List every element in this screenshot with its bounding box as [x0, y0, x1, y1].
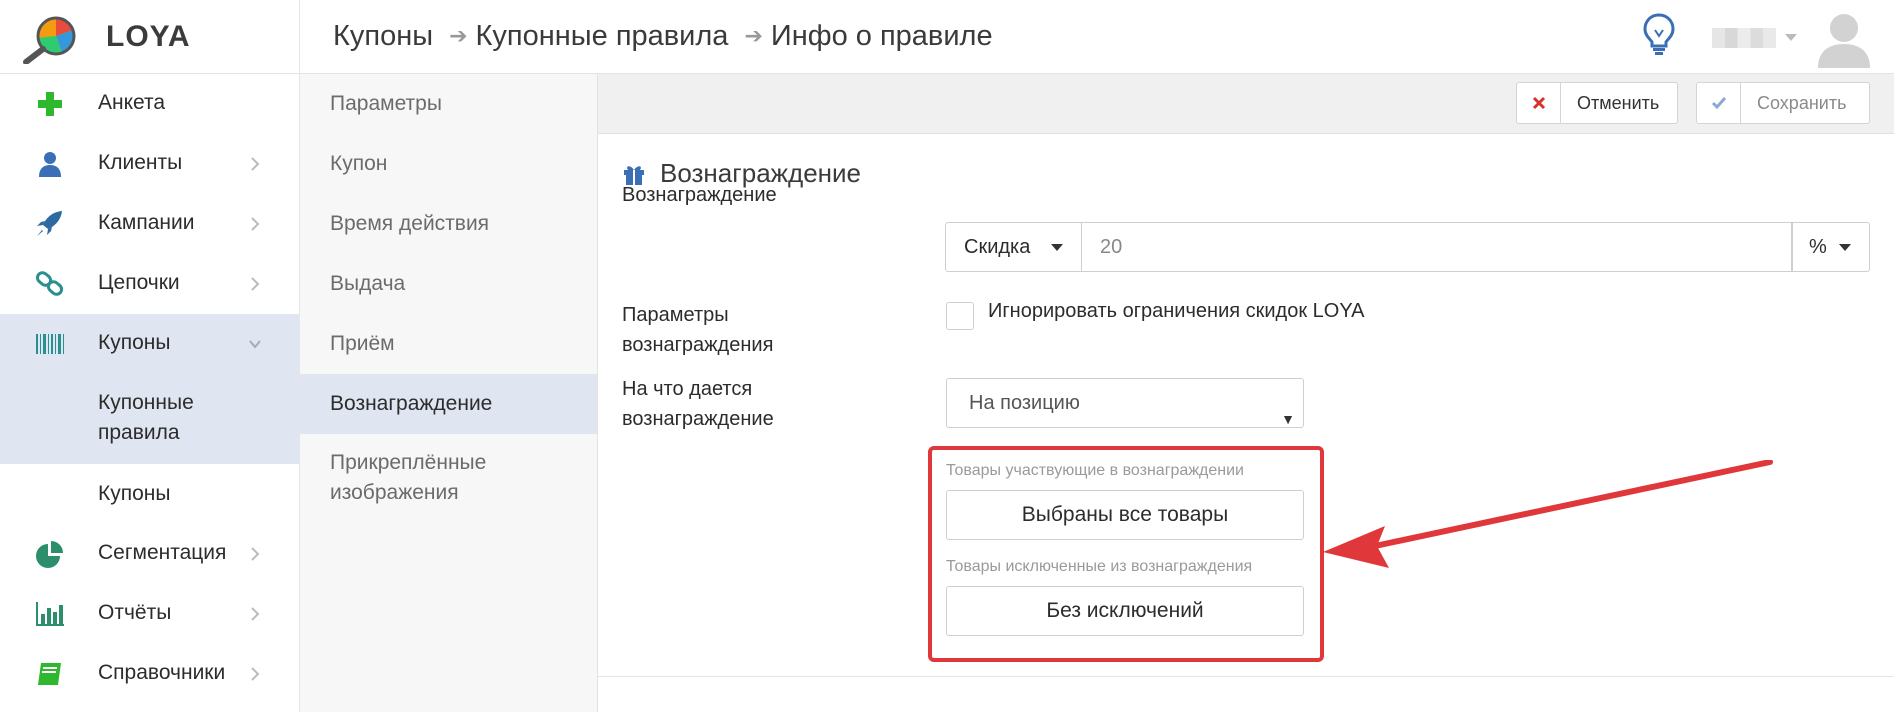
- included-goods-label: Товары участвующие в вознаграждении: [946, 462, 1244, 479]
- ignore-limits-label[interactable]: Игнорировать ограничения скидок LOYA: [988, 300, 1365, 323]
- user-name-placeholder[interactable]: [1712, 28, 1776, 48]
- chevron-right-icon: [251, 277, 260, 291]
- reward-label: Вознаграждение: [622, 184, 777, 206]
- barcode-icon: [36, 334, 64, 354]
- subnav-item-parameters[interactable]: Параметры: [300, 74, 597, 134]
- subnav-item-label: Прикреплённые изображения: [330, 451, 487, 504]
- book-icon: [38, 663, 61, 685]
- subnav-item-label: Приём: [330, 332, 395, 355]
- breadcrumb-item-rule-info: Инфо о правиле: [770, 19, 993, 52]
- subnav-item-attached-images[interactable]: Прикреплённые изображения: [300, 434, 597, 524]
- save-button[interactable]: Сохранить: [1696, 82, 1870, 124]
- user-icon: [39, 152, 61, 177]
- sidebar-item-label: Цепочки: [98, 271, 180, 294]
- reward-target-value: На позицию: [969, 392, 1080, 414]
- save-button-label: Сохранить: [1757, 93, 1847, 113]
- subnav-item-label: Время действия: [330, 212, 490, 235]
- sidebar-item-chains[interactable]: Цепочки: [0, 254, 299, 314]
- main-content: Отменить Сохранить Вознаграждение Вознаг…: [598, 74, 1894, 712]
- sidebar-item-segmentation[interactable]: Сегментация: [0, 524, 299, 584]
- bar-chart-icon: [36, 602, 64, 626]
- reward-target-label: На что дается вознаграждение: [622, 378, 774, 430]
- sidebar-subitem-label: Купонные правила: [98, 391, 194, 444]
- arrow-right-icon: ➔: [449, 23, 468, 48]
- reward-type-value: Скидка: [964, 236, 1031, 258]
- pie-icon: [36, 541, 63, 568]
- sidebar-item-label: Купоны: [98, 331, 171, 354]
- caret-down-icon: [1839, 244, 1851, 251]
- sidebar-item-questionnaire[interactable]: Анкета: [0, 74, 299, 134]
- sidebar-item-directories[interactable]: Справочники: [0, 644, 299, 704]
- excluded-goods-button[interactable]: Без исключений: [946, 586, 1304, 636]
- divider: [598, 676, 1894, 677]
- triangle-down-icon: ▼: [1281, 411, 1295, 427]
- reward-unit-dropdown[interactable]: %: [1792, 222, 1870, 272]
- avatar[interactable]: [1812, 6, 1876, 70]
- breadcrumb-item-coupons[interactable]: Купоны: [333, 20, 433, 53]
- sidebar-item-label: Кампании: [98, 211, 195, 234]
- reward-type-dropdown[interactable]: Скидка: [945, 222, 1082, 272]
- subnav-item-label: Вознаграждение: [330, 392, 493, 415]
- check-icon: [1697, 83, 1741, 123]
- toolbar: Отменить Сохранить: [598, 74, 1894, 134]
- chevron-right-icon: [251, 667, 260, 681]
- excluded-goods-label: Товары исключенные из вознаграждения: [946, 558, 1253, 575]
- sidebar-item-coupons[interactable]: Купоны: [0, 314, 299, 374]
- subnav-item-issuance[interactable]: Выдача: [300, 254, 597, 314]
- sidebar-item-label: Анкета: [98, 91, 166, 114]
- sidebar-subitem-coupons[interactable]: Купоны: [0, 464, 299, 524]
- chevron-right-icon: [251, 547, 260, 561]
- ignore-limits-checkbox[interactable]: [946, 302, 974, 330]
- sidebar-subitem-label: Купоны: [98, 482, 171, 505]
- sidebar-item-label: Справочники: [98, 661, 226, 684]
- reward-target-select[interactable]: На позицию ▼: [946, 378, 1304, 428]
- chevron-right-icon: [251, 607, 260, 621]
- logo-text: LOYA: [106, 20, 191, 53]
- subnav-item-label: Купон: [330, 152, 388, 175]
- caret-down-icon[interactable]: [1784, 30, 1798, 44]
- plus-icon: [38, 92, 62, 116]
- logo-icon: [23, 16, 76, 64]
- subnav-item-validity[interactable]: Время действия: [300, 194, 597, 254]
- sidebar-item-clients[interactable]: Клиенты: [0, 134, 299, 194]
- breadcrumb-item-coupon-rules[interactable]: Купонные правила: [476, 20, 729, 53]
- subnav-item-label: Выдача: [330, 272, 406, 295]
- rocket-icon: [37, 211, 62, 236]
- annotation-arrow: [1323, 460, 1773, 568]
- reward-value-text: 20: [1100, 236, 1123, 258]
- reward-value-input[interactable]: 20: [1082, 222, 1792, 272]
- breadcrumb: Купоны ➔ Купонные правила ➔ Инфо о прави…: [333, 16, 993, 56]
- arrow-right-icon: ➔: [744, 23, 763, 48]
- sidebar: Анкета Клиенты Кампании Цепочки Купоны К…: [0, 74, 300, 712]
- header: LOYA Купоны ➔ Купонные правила ➔ Инфо о …: [0, 0, 1894, 74]
- subnav-item-reward[interactable]: Вознаграждение: [300, 374, 597, 434]
- sidebar-item-label: Клиенты: [98, 151, 183, 174]
- reward-params-label: Параметры вознаграждения: [622, 304, 774, 356]
- subnav-item-label: Параметры: [330, 92, 442, 115]
- logo-area[interactable]: LOYA: [0, 0, 300, 74]
- caret-down-icon: [1051, 244, 1063, 251]
- reward-unit-value: %: [1809, 236, 1827, 258]
- sidebar-item-reports[interactable]: Отчёты: [0, 584, 299, 644]
- lightbulb-icon[interactable]: [1642, 12, 1676, 56]
- chevron-right-icon: [251, 157, 260, 171]
- sidebar-item-label: Сегментация: [98, 541, 227, 564]
- sidebar-item-label: Отчёты: [98, 601, 172, 624]
- cancel-button-label: Отменить: [1577, 93, 1660, 113]
- link-icon: [35, 271, 64, 296]
- chevron-right-icon: [251, 217, 260, 231]
- chevron-down-icon: [249, 340, 261, 349]
- close-icon: [1517, 83, 1561, 123]
- subnav-item-coupon[interactable]: Купон: [300, 134, 597, 194]
- subnav-item-acceptance[interactable]: Приём: [300, 314, 597, 374]
- included-goods-button[interactable]: Выбраны все товары: [946, 490, 1304, 540]
- sidebar-subitem-coupon-rules[interactable]: Купонные правила: [0, 374, 299, 464]
- rule-sections-nav: Параметры Купон Время действия Выдача Пр…: [300, 74, 598, 712]
- cancel-button[interactable]: Отменить: [1516, 82, 1678, 124]
- sidebar-item-campaigns[interactable]: Кампании: [0, 194, 299, 254]
